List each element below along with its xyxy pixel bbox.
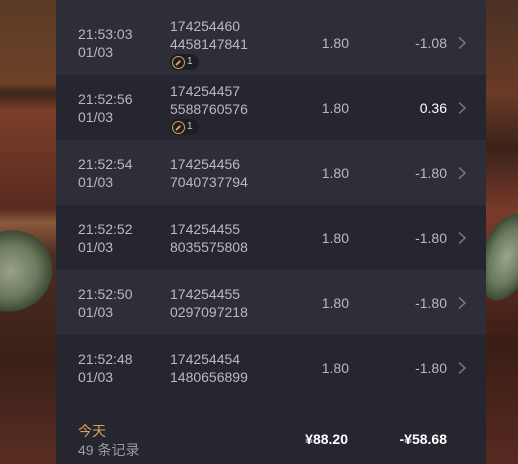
multiplier-icon bbox=[172, 55, 185, 69]
bet-record-row[interactable]: 21:52:52 01/03 174254455 8035575808 1.80… bbox=[56, 205, 486, 270]
list-top-edge bbox=[56, 0, 486, 10]
record-result: 0.36 bbox=[419, 99, 447, 116]
summary-total-result: -¥58.68 bbox=[399, 431, 447, 447]
summary-total-bet: ¥88.20 bbox=[305, 431, 348, 447]
record-bet-amount: 1.80 bbox=[321, 99, 349, 116]
record-bet-amount: 1.80 bbox=[321, 164, 349, 181]
bet-record-row[interactable]: 21:53:03 01/03 174254460 4458147841 1 1.… bbox=[56, 10, 486, 75]
multiplier-badge: 1 bbox=[170, 54, 199, 70]
bet-record-row[interactable]: 21:52:50 01/03 174254455 0297097218 1.80… bbox=[56, 270, 486, 335]
record-result: -1.80 bbox=[415, 294, 447, 311]
multiplier-badge: 1 bbox=[170, 119, 199, 135]
record-id: 174254456 7040737794 bbox=[170, 155, 248, 190]
bet-record-row[interactable]: 21:52:48 01/03 174254454 1480656899 1.80… bbox=[56, 335, 486, 400]
bet-record-row[interactable]: 21:52:54 01/03 174254456 7040737794 1.80… bbox=[56, 140, 486, 205]
chevron-right-icon[interactable] bbox=[456, 296, 468, 310]
record-result: -1.80 bbox=[415, 229, 447, 246]
bet-history-panel: 21:53:03 01/03 174254460 4458147841 1 1.… bbox=[56, 0, 486, 464]
background-scene-right bbox=[468, 0, 518, 464]
record-id: 174254457 5588760576 1 bbox=[170, 82, 248, 138]
record-time: 21:52:52 01/03 bbox=[78, 220, 133, 255]
record-result: -1.08 bbox=[415, 34, 447, 51]
summary-period-label: 今天 bbox=[78, 423, 106, 439]
bet-record-row[interactable]: 21:52:56 01/03 174254457 5588760576 1 1.… bbox=[56, 75, 486, 140]
record-id: 174254454 1480656899 bbox=[170, 350, 248, 385]
record-id: 174254455 8035575808 bbox=[170, 220, 248, 255]
chevron-right-icon[interactable] bbox=[456, 361, 468, 375]
record-bet-amount: 1.80 bbox=[321, 294, 349, 311]
record-bet-amount: 1.80 bbox=[321, 359, 349, 376]
record-time: 21:52:54 01/03 bbox=[78, 155, 133, 190]
record-time: 21:52:48 01/03 bbox=[78, 350, 133, 385]
record-id: 174254460 4458147841 1 bbox=[170, 17, 248, 73]
record-bet-amount: 1.80 bbox=[321, 34, 349, 51]
record-result: -1.80 bbox=[415, 164, 447, 181]
bet-record-list: 21:53:03 01/03 174254460 4458147841 1 1.… bbox=[56, 10, 486, 400]
record-time: 21:52:50 01/03 bbox=[78, 285, 133, 320]
background-scene-left bbox=[0, 0, 66, 464]
record-result: -1.80 bbox=[415, 359, 447, 376]
chevron-right-icon[interactable] bbox=[456, 36, 468, 50]
chevron-right-icon[interactable] bbox=[456, 166, 468, 180]
chevron-right-icon[interactable] bbox=[456, 101, 468, 115]
record-time: 21:52:56 01/03 bbox=[78, 90, 133, 125]
record-time: 21:53:03 01/03 bbox=[78, 25, 133, 60]
chevron-right-icon[interactable] bbox=[456, 231, 468, 245]
summary-record-count: 49 条记录 bbox=[78, 442, 140, 458]
record-id: 174254455 0297097218 bbox=[170, 285, 248, 320]
record-bet-amount: 1.80 bbox=[321, 229, 349, 246]
summary-footer: 今天 49 条记录 ¥88.20 -¥58.68 bbox=[56, 403, 486, 464]
multiplier-icon bbox=[172, 120, 185, 134]
